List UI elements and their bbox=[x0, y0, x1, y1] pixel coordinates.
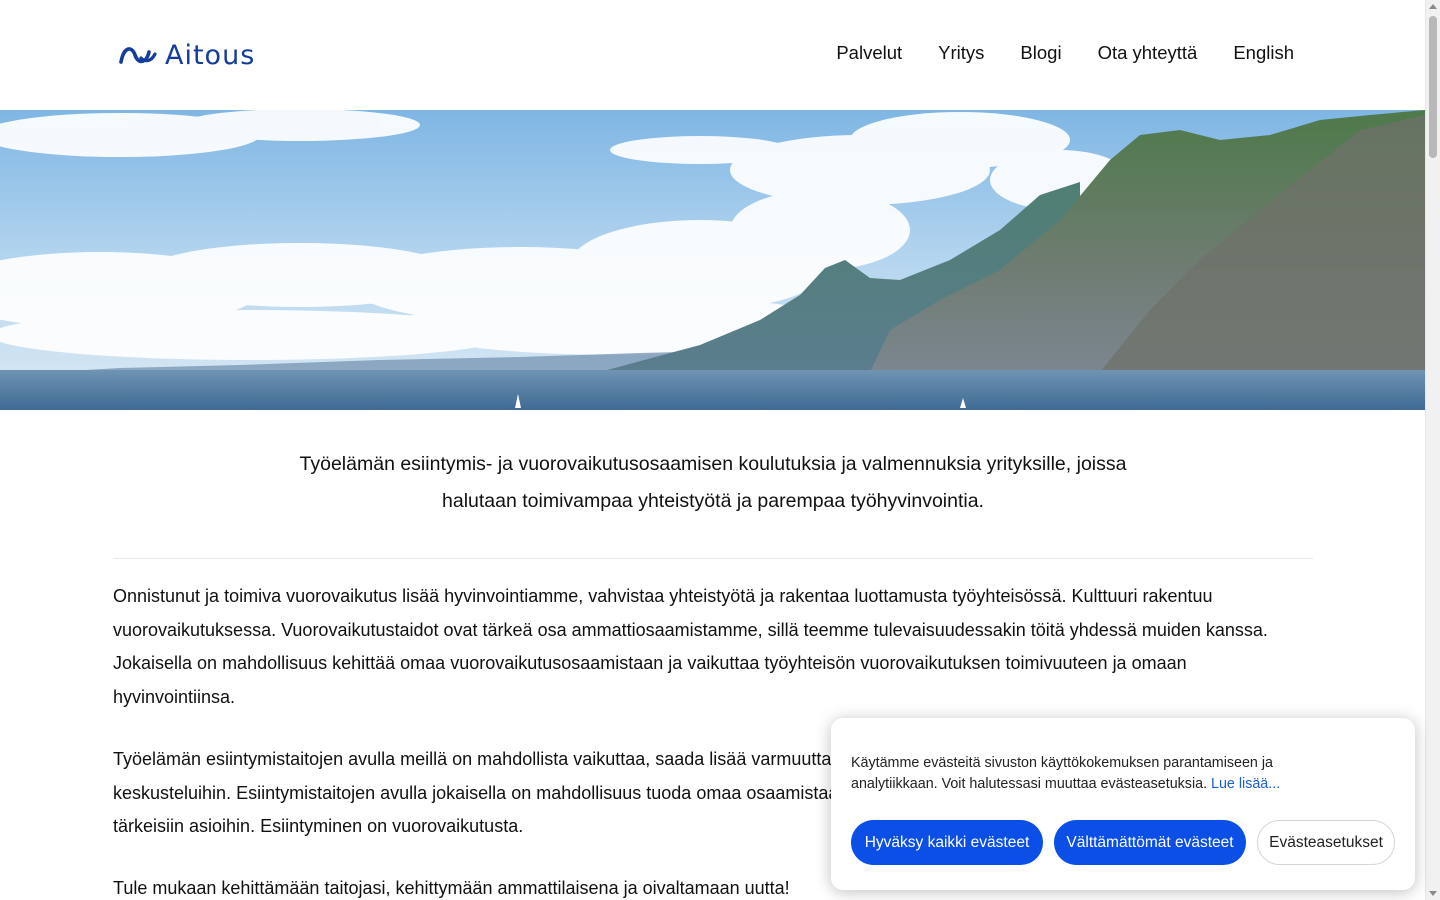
accept-all-cookies-button[interactable]: Hyväksy kaikki evästeet bbox=[851, 820, 1043, 865]
scroll-up-arrow-icon[interactable] bbox=[1429, 4, 1437, 9]
nav-item-blogi[interactable]: Blogi bbox=[1020, 42, 1061, 64]
wave-logo-icon bbox=[119, 47, 157, 64]
cookie-settings-button[interactable]: Evästeasetukset bbox=[1257, 820, 1395, 865]
necessary-cookies-button[interactable]: Välttämättömät evästeet bbox=[1054, 820, 1246, 865]
cookie-message: Käytämme evästeitä sivuston käyttökokemu… bbox=[851, 755, 1273, 792]
hero-image bbox=[0, 110, 1425, 410]
cookie-consent-banner: Käytämme evästeitä sivuston käyttökokemu… bbox=[831, 718, 1415, 890]
read-more-link[interactable]: Lue lisää... bbox=[1211, 776, 1280, 792]
nav-item-english[interactable]: English bbox=[1233, 42, 1294, 64]
intro-text: Työelämän esiintymis- ja vuorovaikutusos… bbox=[113, 446, 1313, 520]
scroll-down-arrow-icon[interactable] bbox=[1429, 891, 1437, 896]
nav-item-yritys[interactable]: Yritys bbox=[938, 42, 984, 64]
site-header: Aitous Palvelut Yritys Blogi Ota yhteytt… bbox=[0, 0, 1425, 110]
scrollbar-thumb[interactable] bbox=[1429, 16, 1437, 158]
logo-text: Aitous bbox=[165, 39, 256, 71]
intro-line-2: halutaan toimivampaa yhteistyötä ja pare… bbox=[442, 490, 984, 512]
cookie-text: Käytämme evästeitä sivuston käyttökokemu… bbox=[851, 753, 1311, 795]
divider bbox=[113, 558, 1313, 559]
intro-line-1: Työelämän esiintymis- ja vuorovaikutusos… bbox=[299, 453, 1127, 475]
logo[interactable]: Aitous bbox=[119, 38, 255, 72]
page-scrollbar[interactable] bbox=[1425, 0, 1440, 900]
main-nav: Palvelut Yritys Blogi Ota yhteyttä Engli… bbox=[836, 42, 1294, 64]
cookie-buttons: Hyväksy kaikki evästeet Välttämättömät e… bbox=[851, 820, 1395, 865]
paragraph-1: Onnistunut ja toimiva vuorovaikutus lisä… bbox=[113, 586, 1268, 708]
nav-item-palvelut[interactable]: Palvelut bbox=[836, 42, 902, 64]
nav-item-ota-yhteytta[interactable]: Ota yhteyttä bbox=[1098, 42, 1198, 64]
